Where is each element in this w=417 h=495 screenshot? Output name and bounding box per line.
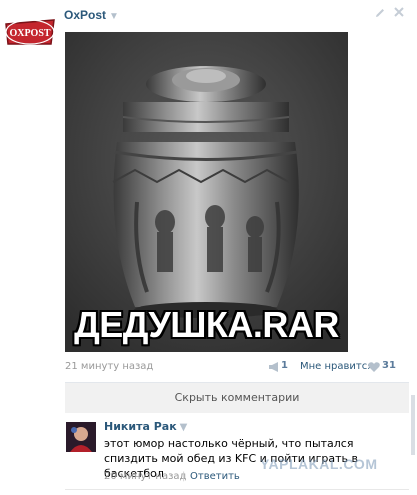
image-caption: ДЕДУШКА.RAR [74,304,339,345]
avatar[interactable] [66,422,96,452]
repost-count[interactable]: 1 [281,360,288,371]
watermark: YAPLAKAL.COM [260,456,378,472]
oxpost-logo[interactable]: OXPOST [4,14,56,50]
post-author-link[interactable]: OxPost ▼ [64,8,119,22]
comment-author-name[interactable]: Никита Рак [104,420,177,433]
pencil-icon[interactable] [374,7,386,19]
logo-text: OXPOST [9,28,50,39]
like-count[interactable]: 31 [382,360,396,371]
reply-link[interactable]: Ответить [190,471,240,482]
divider [65,489,409,490]
chevron-down-icon[interactable]: ▼ [180,422,188,433]
separator: | [182,471,186,482]
scrollbar[interactable] [411,395,415,455]
post-author-name[interactable]: OxPost [64,8,106,22]
chevron-down-icon[interactable]: ▼ [109,11,119,22]
comment-timestamp[interactable]: 20 минут назад [104,471,186,482]
hide-comments-button[interactable]: Скрыть комментарии [65,382,409,413]
post-timestamp[interactable]: 21 минуту назад [65,361,153,372]
heart-icon[interactable] [368,362,380,372]
megaphone-icon[interactable] [268,362,280,372]
comment-author-link[interactable]: Никита Рак ▼ [104,420,187,433]
post-image[interactable]: ДЕДУШКА.RAR [65,32,348,352]
close-icon[interactable] [393,6,405,18]
like-button[interactable]: Мне нравится [300,361,373,372]
